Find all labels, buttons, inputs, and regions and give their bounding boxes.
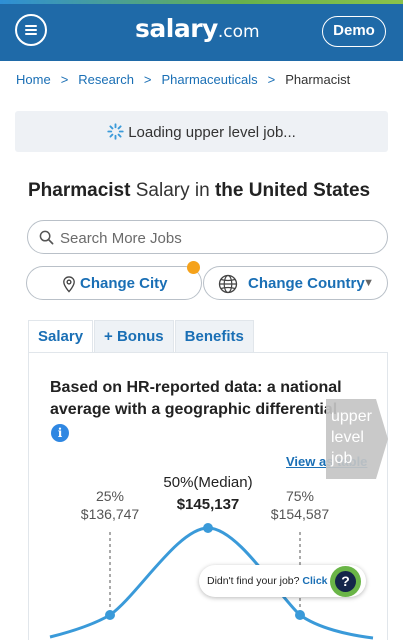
help-click-link[interactable]: Click: [302, 575, 327, 587]
loading-banner: Loading upper level job...: [15, 111, 388, 152]
help-prompt-text: Didn't find your job?: [207, 575, 300, 587]
breadcrumb-separator: >: [60, 72, 69, 87]
logo-main-text: salary: [135, 14, 218, 43]
page-title-connector: Salary in: [130, 180, 215, 201]
top-navigation-bar: salary.com Demo: [0, 0, 403, 61]
percentile-75-label: 75%: [285, 488, 315, 504]
page-title-job: Pharmacist: [28, 180, 131, 201]
tab-salary[interactable]: Salary: [28, 320, 94, 353]
location-pin-icon: [63, 276, 75, 293]
percentile-25: 25% $136,747: [80, 487, 140, 523]
globe-icon: [218, 274, 238, 294]
hamburger-menu-button[interactable]: [15, 14, 47, 46]
p25-point[interactable]: [105, 610, 115, 620]
page-title-location: the United States: [214, 180, 371, 201]
question-mark-icon: ?: [335, 571, 356, 592]
help-question-button[interactable]: ?: [330, 566, 361, 597]
breadcrumb-separator: >: [267, 72, 276, 87]
notification-dot: [187, 261, 200, 274]
percentile-25-label: 25%: [95, 488, 125, 504]
breadcrumb-separator: >: [143, 72, 152, 87]
info-icon[interactable]: i: [51, 424, 69, 442]
salary-tabs: Salary + Bonus Benefits: [28, 320, 255, 353]
upper-level-job-tag[interactable]: upper level job: [326, 399, 388, 479]
p75-point[interactable]: [295, 610, 305, 620]
salary-com-logo[interactable]: salary.com: [135, 14, 260, 43]
demo-button[interactable]: Demo: [322, 16, 386, 47]
percentile-50-label: 50%(Median): [163, 474, 253, 491]
breadcrumb-current: Pharmacist: [285, 72, 351, 87]
change-country-dropdown[interactable]: Change Country ▼: [203, 266, 388, 300]
percentile-25-value: $136,747: [80, 506, 140, 522]
percentile-75-value: $154,587: [270, 506, 330, 522]
search-box[interactable]: [27, 220, 388, 254]
dropdown-caret-icon: ▼: [363, 277, 374, 289]
page-title: Pharmacist Salary in the United States: [28, 180, 370, 202]
breadcrumb-pharmaceuticals-link[interactable]: Pharmaceuticals: [162, 72, 258, 87]
upper-level-job-text: upper level job: [331, 408, 372, 467]
card-title: Based on HR-reported data: a national av…: [50, 379, 342, 418]
median-point[interactable]: [203, 523, 213, 533]
percentile-75: 75% $154,587: [270, 487, 330, 523]
percentile-50: 50%(Median) $145,137: [155, 472, 261, 516]
tab-bonus[interactable]: + Bonus: [94, 320, 174, 353]
tab-benefits[interactable]: Benefits: [174, 320, 254, 353]
search-icon: [39, 230, 54, 245]
change-country-label: Change Country: [248, 275, 365, 292]
breadcrumb-research-link[interactable]: Research: [78, 72, 134, 87]
percentile-50-value: $145,137: [176, 496, 240, 513]
brand-color-strip: [0, 0, 403, 4]
loading-spinner-icon: [107, 123, 124, 140]
search-jobs-input[interactable]: [60, 228, 370, 248]
breadcrumb: Home > Research > Pharmaceuticals > Pharmacist: [16, 72, 350, 87]
change-city-label: Change City: [80, 275, 168, 292]
logo-suffix-text: .com: [217, 22, 260, 42]
loading-text: Loading upper level job...: [128, 124, 296, 141]
breadcrumb-home-link[interactable]: Home: [16, 72, 51, 87]
change-city-button[interactable]: Change City: [26, 266, 202, 300]
